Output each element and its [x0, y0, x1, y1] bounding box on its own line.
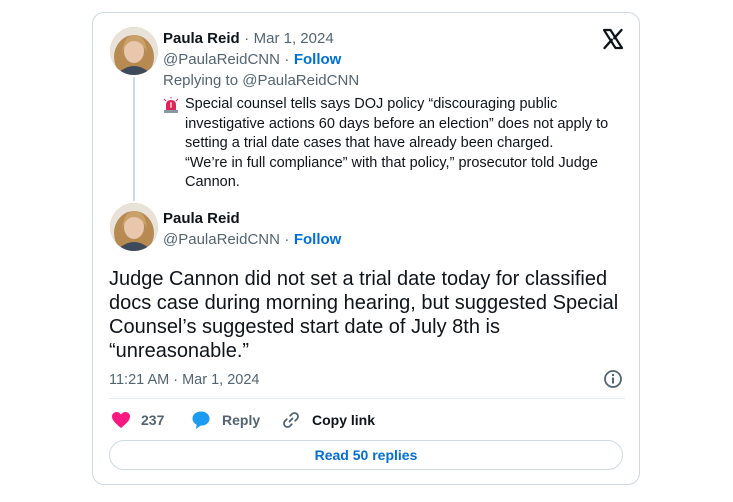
- avatar[interactable]: [110, 203, 158, 251]
- tweet-text: Judge Cannon did not set a trial date to…: [109, 268, 619, 362]
- separator: ·: [284, 51, 290, 68]
- rotating-light-icon: [163, 97, 179, 113]
- avatar[interactable]: [110, 27, 158, 75]
- divider: [109, 398, 625, 399]
- tweet-handle-row: @PaulaReidCNN · Follow: [163, 230, 341, 250]
- follow-link[interactable]: Follow: [294, 231, 342, 248]
- heart-icon: [111, 410, 131, 430]
- read-replies-button[interactable]: Read 50 replies: [109, 440, 623, 470]
- separator: ·: [284, 231, 290, 248]
- link-icon: [281, 410, 301, 430]
- quoted-body: Special counsel tells says DOJ policy “d…: [163, 95, 645, 193]
- author-name[interactable]: Paula Reid: [163, 209, 240, 229]
- copy-link-button[interactable]: Copy link: [281, 410, 375, 430]
- reply-button[interactable]: Reply: [191, 410, 260, 430]
- follow-link[interactable]: Follow: [294, 51, 342, 68]
- info-icon[interactable]: [603, 369, 623, 389]
- copy-link-label: Copy link: [312, 412, 376, 428]
- speech-bubble-icon: [191, 410, 211, 430]
- author-name[interactable]: Paula Reid: [163, 30, 240, 47]
- separator: ·: [244, 30, 250, 47]
- thread-connector: [133, 77, 135, 201]
- quoted-handle-row: @PaulaReidCNN · Follow: [163, 50, 341, 70]
- tweet-embed-card: Paula Reid · Mar 1, 2024 @PaulaReidCNN ·…: [92, 12, 640, 485]
- like-button[interactable]: 237: [111, 410, 164, 430]
- author-handle[interactable]: @PaulaReidCNN: [163, 51, 280, 68]
- author-handle[interactable]: @PaulaReidCNN: [163, 231, 280, 248]
- quoted-header: Paula Reid · Mar 1, 2024: [163, 29, 334, 49]
- reply-label: Reply: [222, 412, 261, 428]
- like-count: 237: [141, 412, 165, 428]
- tweet-date[interactable]: Mar 1, 2024: [254, 30, 334, 47]
- tweet-timestamp[interactable]: 11:21 AM · Mar 1, 2024: [109, 370, 259, 390]
- x-logo-icon[interactable]: [601, 27, 625, 51]
- quoted-text: Special counsel tells says DOJ policy “d…: [185, 96, 609, 190]
- replying-to[interactable]: Replying to @PaulaReidCNN: [163, 71, 359, 91]
